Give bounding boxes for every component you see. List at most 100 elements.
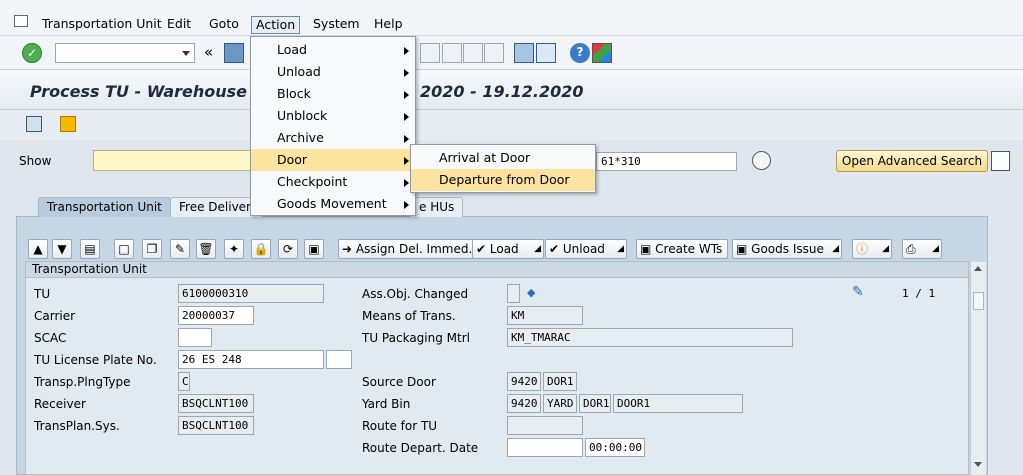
menu-item-label: Load	[277, 42, 307, 57]
menu-item-archive[interactable]: Archive	[251, 127, 415, 149]
save-icon[interactable]	[224, 43, 244, 63]
transp-plng-type-field: C	[178, 372, 190, 391]
load-button[interactable]: ✔ Load ◢	[472, 239, 544, 259]
page-next-icon[interactable]	[463, 43, 483, 63]
tu-detail-area	[25, 261, 969, 475]
document-icon: ▣	[640, 242, 656, 256]
tu-license-plate-field[interactable]: 26 ES 248	[178, 350, 324, 369]
menu-goto[interactable]: Goto	[205, 16, 243, 34]
unload-label: Unload	[562, 242, 605, 256]
license-plate-country-field[interactable]	[326, 350, 352, 369]
scroll-thumb[interactable]	[973, 292, 984, 310]
menu-item-goods-movement[interactable]: Goods Movement	[251, 193, 415, 215]
menu-item-unblock[interactable]: Unblock	[251, 105, 415, 127]
open-advanced-search-button[interactable]: Open Advanced Search	[836, 150, 988, 172]
shortcut-icon[interactable]	[536, 43, 556, 63]
menu-bar: Transportation Unit Edit Goto Action Sys…	[0, 0, 1023, 36]
door-submenu: Arrival at Door Departure from Door	[410, 144, 596, 193]
carrier-field[interactable]: 20000037	[178, 306, 254, 325]
details-icon[interactable]: ▤	[80, 239, 100, 259]
create-wts-button[interactable]: ▣ Create WTs	[636, 239, 728, 259]
wand-icon[interactable]: ✦	[224, 239, 244, 259]
delete-icon[interactable]: 🗑	[196, 239, 216, 259]
assign-delivery-button[interactable]: ➜ Assign Del. Immed.	[338, 239, 477, 259]
means-of-trans-field: KM	[507, 306, 583, 325]
chevron-right-icon	[404, 113, 409, 121]
page-last-icon[interactable]	[484, 43, 504, 63]
tab-hus[interactable]: e HUs	[410, 197, 464, 217]
menu-item-label: Door	[277, 152, 308, 167]
load-label: Load	[489, 242, 519, 256]
assign-label: Assign Del. Immed.	[355, 242, 473, 256]
menu-item-departure-from-door[interactable]: Departure from Door	[411, 169, 595, 191]
show-input[interactable]	[93, 150, 253, 171]
execute-icon[interactable]	[752, 151, 771, 170]
menu-item-checkpoint[interactable]: Checkpoint	[251, 171, 415, 193]
tab-transportation-unit[interactable]: Transportation Unit	[38, 197, 171, 217]
menu-item-label: Unload	[277, 64, 321, 79]
create-icon[interactable]: □	[114, 239, 134, 259]
check-icon: ✔	[549, 242, 563, 256]
page-title: Process TU - Warehouse 9	[30, 82, 264, 101]
display-object-icon[interactable]	[26, 116, 42, 132]
lock-icon[interactable]: 🔒	[251, 239, 271, 259]
move-up-icon[interactable]: ▲	[28, 239, 48, 259]
chevron-right-icon	[404, 69, 409, 77]
print-button[interactable]: ⎙ ◢	[902, 239, 942, 259]
variant-icon[interactable]	[60, 116, 76, 132]
command-field[interactable]	[55, 43, 195, 63]
copy-icon[interactable]: ❐	[142, 239, 162, 259]
chevron-down-icon: ◢	[882, 244, 889, 254]
route-depart-date-label: Route Depart. Date	[362, 441, 479, 455]
new-session-icon[interactable]	[514, 43, 534, 63]
scroll-up-icon[interactable]	[974, 266, 982, 271]
edit-icon[interactable]: ✎	[170, 239, 190, 259]
info-icon: ⓘ	[856, 242, 869, 256]
chevron-right-icon	[404, 47, 409, 55]
page-first-icon[interactable]	[420, 43, 440, 63]
ass-obj-changed-checkbox[interactable]	[507, 284, 520, 303]
refresh-icon[interactable]: ⟳	[278, 239, 298, 259]
transplan-sys-label: TransPlan.Sys.	[34, 419, 120, 433]
scroll-down-icon[interactable]	[974, 462, 982, 467]
goods-issue-button[interactable]: ▣ Goods Issue ◢	[732, 239, 842, 259]
menu-item-door[interactable]: Door	[251, 149, 415, 171]
enter-check-icon[interactable]: ✓	[22, 43, 42, 63]
tu-packaging-field: KM_TMARAC	[507, 328, 793, 347]
menu-item-arrival-at-door[interactable]: Arrival at Door	[411, 147, 595, 169]
route-depart-date-field[interactable]	[507, 438, 583, 457]
move-down-icon[interactable]: ▼	[52, 239, 72, 259]
menu-edit[interactable]: Edit	[163, 16, 195, 34]
vertical-scrollbar[interactable]	[970, 262, 986, 475]
unload-button[interactable]: ✔ Unload ◢	[545, 239, 627, 259]
scac-field[interactable]	[178, 328, 212, 347]
menu-item-block[interactable]: Block	[251, 83, 415, 105]
save-small-icon[interactable]: ▣	[304, 239, 324, 259]
menu-icon[interactable]	[14, 15, 28, 27]
info-button[interactable]: ⓘ ◢	[852, 239, 892, 259]
menu-item-load[interactable]: Load	[251, 39, 415, 61]
layout-icon[interactable]	[592, 43, 612, 63]
show-value-input[interactable]: 61*310	[596, 152, 737, 171]
chevron-down-icon[interactable]	[182, 51, 190, 56]
menu-system[interactable]: System	[309, 16, 364, 34]
menu-transportation-unit[interactable]: Transportation Unit	[38, 16, 166, 34]
yard-bin-label: Yard Bin	[362, 397, 411, 411]
menu-item-label: Unblock	[277, 108, 328, 123]
help-icon[interactable]: ?	[570, 43, 590, 63]
menu-item-unload[interactable]: Unload	[251, 61, 415, 83]
menu-help[interactable]: Help	[370, 16, 407, 34]
page-prev-icon[interactable]	[442, 43, 462, 63]
chevron-right-icon	[404, 91, 409, 99]
filter-list-icon[interactable]	[991, 151, 1010, 171]
ass-obj-changed-label: Ass.Obj. Changed	[362, 287, 469, 301]
pencil-icon[interactable]: ✎	[852, 284, 864, 300]
chevron-right-icon	[404, 179, 409, 187]
receiver-field: BSQCLNT100	[178, 394, 254, 413]
diamond-icon: ◆	[527, 286, 536, 299]
route-depart-time-field[interactable]: 00:00:00	[585, 438, 645, 457]
collapse-icon[interactable]: «	[204, 43, 213, 61]
transplan-sys-field: BSQCLNT100	[178, 416, 254, 435]
yard-section-field: DOR1	[579, 394, 611, 413]
menu-action[interactable]: Action	[251, 16, 301, 34]
